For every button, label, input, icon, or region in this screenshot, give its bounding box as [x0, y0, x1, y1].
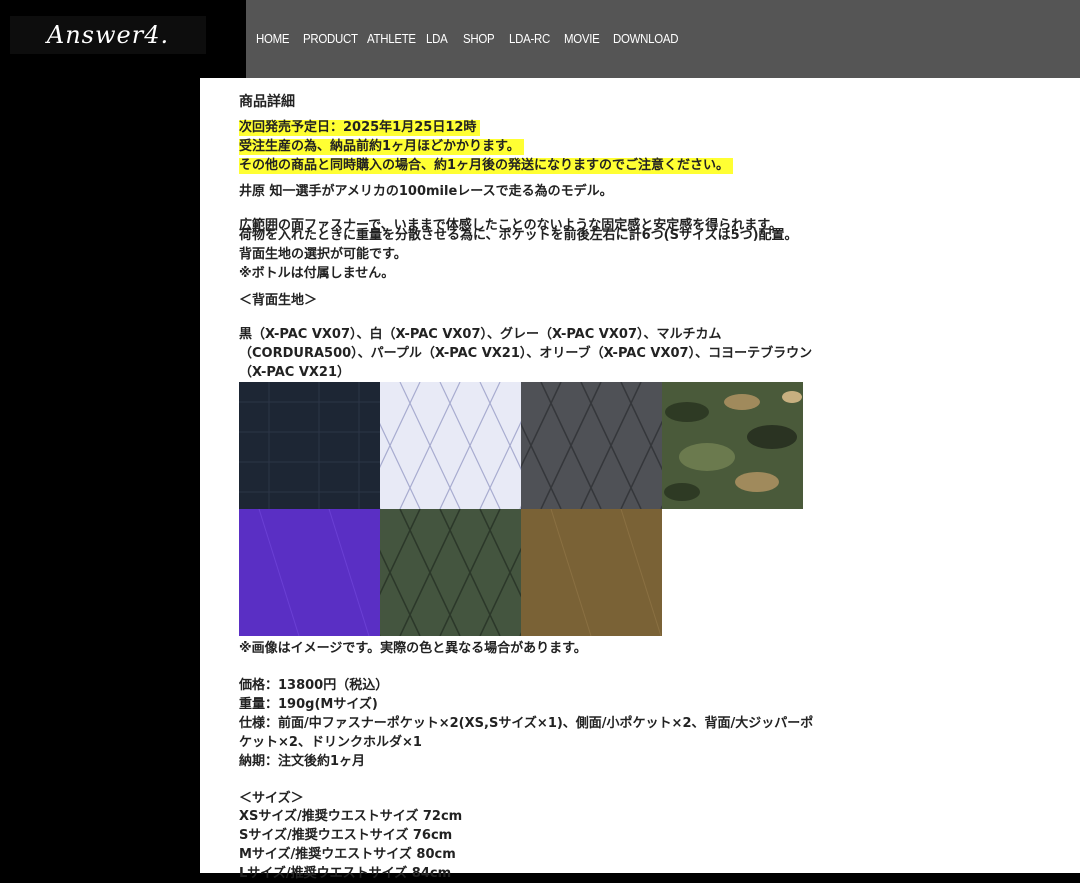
notice-shipping: その他の商品と同時購入の場合、約1ヶ月後の発送になりますのでご注意ください。 [239, 157, 734, 175]
description-line: 荷物を入れたときに重量を分散させる為に、ポケットを前後左右に計6つ(Sサイズは5… [239, 228, 798, 243]
swatch-multicam [662, 382, 803, 509]
notice-text: その他の商品と同時購入の場合、約1ヶ月後の発送になりますのでご注意ください。 [239, 158, 734, 174]
nav-athlete[interactable]: ATHLETE [367, 31, 416, 46]
intro-text: 井原 知一選手がアメリカの100mileレースで走る為のモデル。 [239, 184, 613, 199]
swatch-olive [380, 509, 521, 636]
swatch-purple [239, 509, 380, 636]
nav-home[interactable]: HOME [256, 31, 290, 46]
nav-lda[interactable]: LDA [426, 31, 448, 46]
size-row: XSサイズ/推奨ウエストサイズ 72cm [239, 809, 463, 824]
nav-product[interactable]: PRODUCT [303, 31, 358, 46]
spec-delivery: 納期：注文後約1ヶ月 [239, 754, 366, 769]
spec-price: 価格：13800円（税込） [239, 678, 389, 693]
left-sidebar [0, 80, 200, 873]
spec-features-cont: ケット×2、ドリンクホルダ×1 [239, 735, 422, 750]
size-row: Mサイズ/推奨ウエストサイズ 80cm [239, 847, 456, 862]
spec-features: 仕様：前面/中ファスナーポケット×2(XS,Sサイズ×1)、側面/小ポケット×2… [239, 716, 814, 731]
top-nav: HOME PRODUCT ATHLETE LDA SHOP LDA-RC MOV… [246, 0, 1080, 80]
spec-weight: 重量：190g(Mサイズ) [239, 697, 378, 712]
nav-lda-rc[interactable]: LDA-RC [509, 31, 550, 46]
size-row: Sサイズ/推奨ウエストサイズ 76cm [239, 828, 453, 843]
nav-download[interactable]: DOWNLOAD [613, 31, 679, 46]
description-note: ※ボトルは付属しません。 [239, 266, 395, 281]
swatch-gray [521, 382, 662, 509]
header-left: Answer4. [0, 0, 246, 80]
nav-shop[interactable]: SHOP [463, 31, 495, 46]
notice-release-date: 次回発売予定日：2025年1月25日12時 [239, 119, 481, 137]
notice-text: 受注生産の為、納品前約1ヶ月ほどかかります。 [239, 139, 524, 155]
nav-movie[interactable]: MOVIE [564, 31, 600, 46]
swatch-white [380, 382, 521, 509]
swatch-black [239, 382, 380, 509]
fabric-list-line: 黒（X-PAC VX07）、白（X-PAC VX07）、グレー（X-PAC VX… [239, 327, 722, 342]
notice-text: 次回発売予定日：2025年1月25日12時 [239, 120, 481, 136]
size-row: Lサイズ/推奨ウエストサイズ 84cm [239, 866, 452, 881]
brand-logo[interactable]: Answer4. [10, 16, 206, 54]
size-heading: ＜サイズ＞ [239, 791, 304, 806]
notice-production: 受注生産の為、納品前約1ヶ月ほどかかります。 [239, 138, 524, 156]
fabric-list-line: （CORDURA500）、パープル（X-PAC VX21）、オリーブ（X-PAC… [239, 346, 813, 361]
section-title: 商品詳細 [239, 94, 295, 110]
description-line: 背面生地の選択が可能です。 [239, 247, 407, 262]
fabric-list-line: （X-PAC VX21） [239, 365, 350, 380]
image-note: ※画像はイメージです。実際の色と異なる場合があります。 [239, 641, 587, 656]
fabric-heading: ＜背面生地＞ [239, 293, 318, 308]
product-detail-panel: 商品詳細 次回発売予定日：2025年1月25日12時 受注生産の為、納品前約1ヶ… [200, 78, 1080, 881]
swatch-coyote-brown [521, 509, 662, 636]
